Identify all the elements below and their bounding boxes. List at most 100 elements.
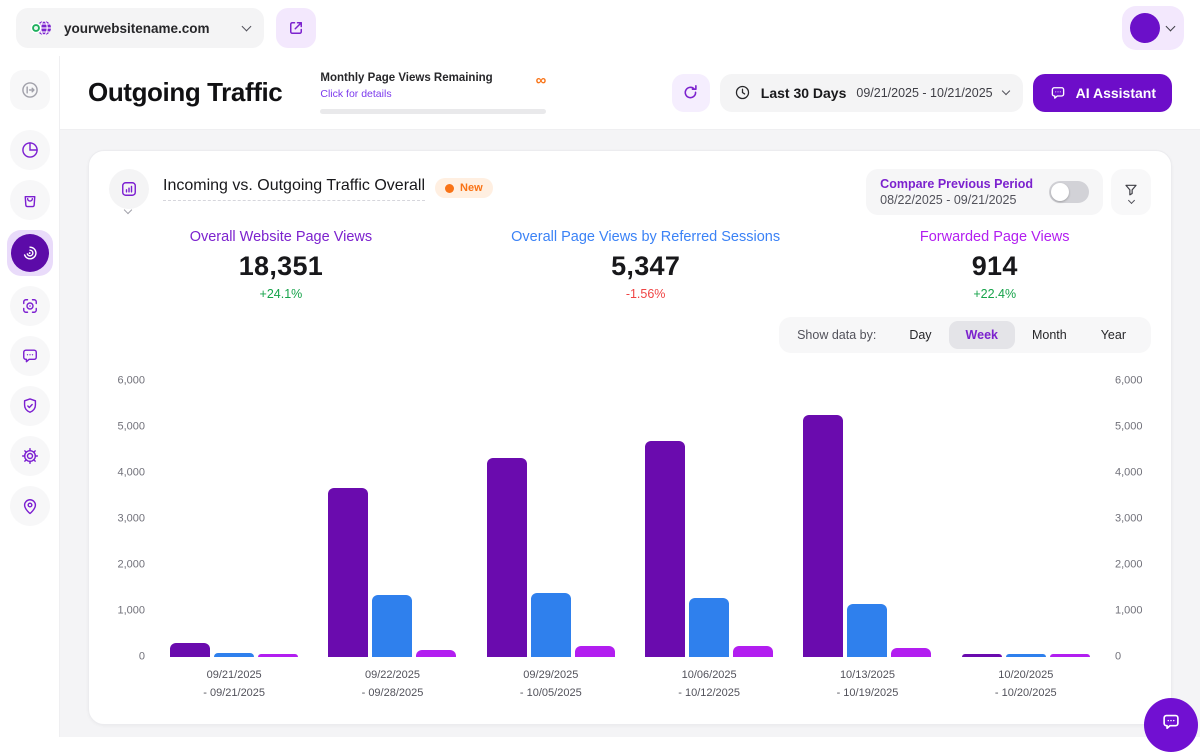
shopping-bag-icon [20, 190, 40, 210]
bar[interactable] [803, 415, 843, 657]
quota-widget[interactable]: Monthly Page Views Remaining Click for d… [320, 72, 546, 114]
y-axis-tick: 6,000 [117, 376, 145, 387]
bars [803, 381, 931, 657]
x-axis-label: 10/20/2025- 10/20/2025 [995, 667, 1057, 702]
granularity-option-day[interactable]: Day [892, 321, 948, 349]
new-badge: New [435, 178, 493, 198]
sidebar-collapse-button[interactable] [10, 70, 50, 110]
bars [962, 381, 1090, 657]
page-title: Outgoing Traffic [88, 77, 282, 108]
bar[interactable] [891, 648, 931, 657]
granularity-label: Show data by: [797, 328, 876, 342]
quota-progress-bar [320, 109, 546, 114]
bar[interactable] [962, 654, 1002, 658]
external-link-icon [287, 19, 305, 37]
metric-label: Overall Website Page Views [109, 229, 453, 245]
bar[interactable] [487, 458, 527, 657]
filter-button[interactable] [1111, 169, 1151, 215]
chart-plot: 09/21/2025- 09/21/2025 09/22/2025- 09/28/… [155, 381, 1105, 702]
metric-label: Forwarded Page Views [838, 229, 1151, 245]
traffic-overview-card: Incoming vs. Outgoing Traffic Overall Ne… [88, 150, 1172, 725]
sidebar-item-store[interactable] [10, 180, 50, 220]
site-selector[interactable]: yourwebsitename.com [16, 8, 264, 48]
y-axis-tick: 5,000 [1115, 422, 1143, 433]
shield-check-icon [20, 396, 40, 416]
sidebar-item-traffic-active[interactable] [7, 230, 53, 276]
new-badge-label: New [460, 182, 483, 194]
compare-toggle[interactable] [1049, 181, 1089, 203]
bar[interactable] [733, 646, 773, 658]
sidebar-item-settings[interactable] [10, 436, 50, 476]
chevron-down-icon [1166, 22, 1176, 32]
bars [170, 381, 298, 657]
x-axis-label: 09/21/2025- 09/21/2025 [203, 667, 265, 702]
bar-group: 09/29/2025- 10/05/2025 [487, 381, 615, 702]
location-pin-icon [20, 496, 40, 516]
bar[interactable] [328, 488, 368, 657]
open-website-button[interactable] [276, 8, 316, 48]
bar[interactable] [258, 654, 298, 658]
x-axis-label: 10/13/2025- 10/19/2025 [837, 667, 899, 702]
funnel-icon [1123, 182, 1139, 198]
bar[interactable] [1006, 654, 1046, 658]
metric-label: Overall Page Views by Referred Sessions [453, 229, 839, 245]
metrics-row: Overall Website Page Views 18,351 +24.1%… [109, 229, 1151, 301]
bar[interactable] [416, 650, 456, 657]
chart-axis-left: 6,0005,0004,0003,0002,0001,0000 [109, 381, 155, 657]
y-axis-tick: 5,000 [117, 422, 145, 433]
account-menu[interactable] [1122, 6, 1184, 50]
traffic-bar-chart: 6,0005,0004,0003,0002,0001,0000 09/21/20… [109, 367, 1151, 702]
metric-overall-page-views: Overall Website Page Views 18,351 +24.1% [109, 229, 453, 301]
sidebar-item-analytics[interactable] [10, 130, 50, 170]
granularity-option-week[interactable]: Week [949, 321, 1015, 349]
quota-details-link[interactable]: Click for details [320, 88, 391, 100]
scan-icon [20, 296, 40, 316]
bar[interactable] [531, 593, 571, 657]
chart-axis-right: 6,0005,0004,0003,0002,0001,0000 [1105, 381, 1151, 657]
ai-assistant-button[interactable]: AI Assistant [1033, 74, 1172, 112]
bar[interactable] [170, 643, 210, 657]
metric-delta: +22.4% [838, 287, 1151, 301]
y-axis-tick: 2,000 [1115, 560, 1143, 571]
y-axis-tick: 4,000 [117, 468, 145, 479]
bar[interactable] [1050, 654, 1090, 658]
y-axis-tick: 3,000 [117, 514, 145, 525]
support-chat-fab[interactable] [1144, 698, 1198, 752]
settings-gear-icon [20, 446, 40, 466]
quota-title: Monthly Page Views Remaining [320, 72, 546, 84]
site-name: yourwebsitename.com [64, 21, 233, 36]
topbar: yourwebsitename.com [0, 0, 1200, 56]
compare-previous-period: Compare Previous Period 08/22/2025 - 09/… [866, 169, 1103, 215]
sidebar-item-security[interactable] [10, 386, 50, 426]
chevron-down-icon [242, 22, 252, 32]
x-axis-label: 10/06/2025- 10/12/2025 [678, 667, 740, 702]
chevron-down-icon [124, 206, 132, 214]
bar[interactable] [689, 598, 729, 657]
bars [645, 381, 773, 657]
sidebar-item-scan[interactable] [10, 286, 50, 326]
chat-bubble-icon [20, 346, 40, 366]
granularity-options: DayWeekMonthYear [892, 321, 1143, 349]
y-axis-tick: 4,000 [1115, 468, 1143, 479]
y-axis-tick: 3,000 [1115, 514, 1143, 525]
date-range-label: Last 30 Days [761, 85, 847, 101]
metric-delta: -1.56% [453, 287, 839, 301]
sidebar-item-messages[interactable] [10, 336, 50, 376]
date-range-selector[interactable]: Last 30 Days 09/21/2025 - 10/21/2025 [720, 74, 1023, 112]
bar-group: 09/21/2025- 09/21/2025 [170, 381, 298, 702]
sidebar [0, 56, 60, 737]
granularity-option-year[interactable]: Year [1084, 321, 1143, 349]
sidebar-item-location[interactable] [10, 486, 50, 526]
granularity-option-month[interactable]: Month [1015, 321, 1084, 349]
bar[interactable] [847, 604, 887, 657]
x-axis-label: 09/22/2025- 09/28/2025 [362, 667, 424, 702]
bar[interactable] [575, 646, 615, 657]
bar[interactable] [214, 653, 254, 657]
bar[interactable] [372, 595, 412, 657]
refresh-button[interactable] [672, 74, 710, 112]
traffic-radar-icon [11, 234, 49, 272]
metric-value: 914 [838, 251, 1151, 282]
bar[interactable] [645, 441, 685, 657]
metric-referred-sessions: Overall Page Views by Referred Sessions … [453, 229, 839, 301]
chart-type-button[interactable] [109, 169, 149, 209]
